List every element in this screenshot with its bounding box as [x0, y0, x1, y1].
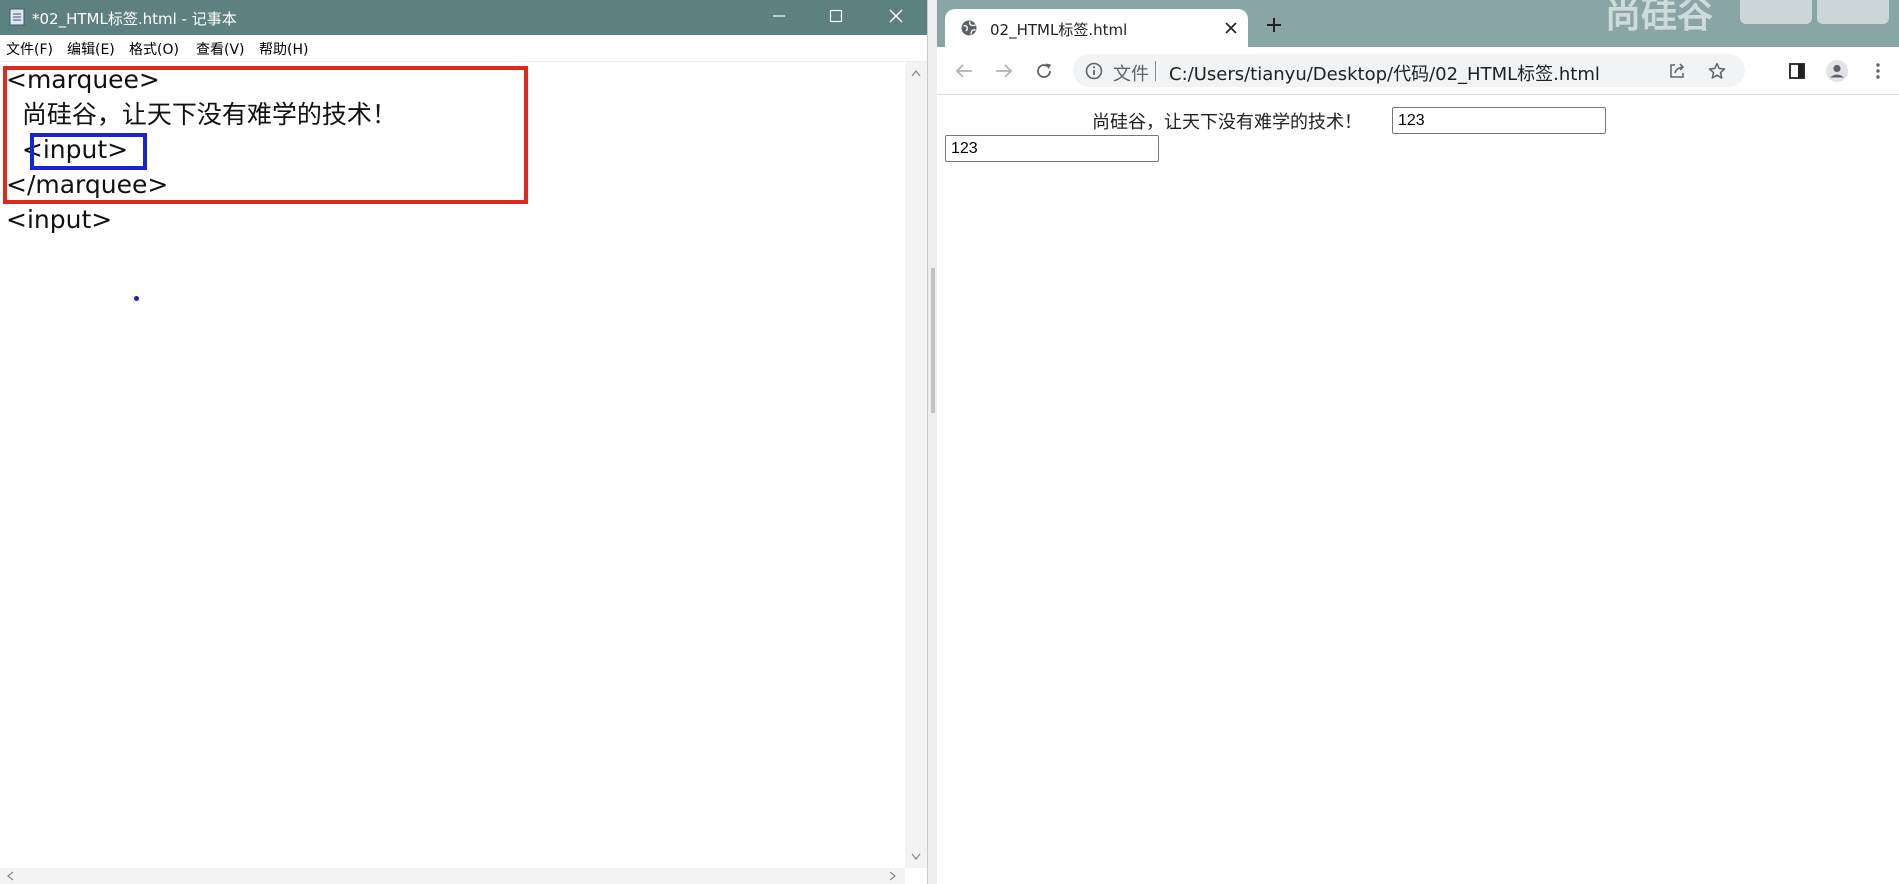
close-icon [889, 8, 903, 27]
profile-avatar-icon[interactable] [1823, 57, 1851, 85]
notepad-title: *02_HTML标签.html - 记事本 [32, 10, 237, 28]
menu-view[interactable]: 查看(V) [196, 39, 245, 59]
menu-file[interactable]: 文件(F) [6, 39, 53, 59]
code-line-outer-input: <input> [6, 205, 113, 234]
watermark-text: 尚硅谷 [1605, 0, 1714, 36]
blue-highlight-box [30, 133, 147, 170]
reload-icon[interactable] [1030, 57, 1058, 85]
share-icon[interactable] [1665, 59, 1689, 83]
browser-tab[interactable]: 02_HTML标签.html [945, 9, 1248, 47]
page-input[interactable] [945, 135, 1159, 162]
minimize-button[interactable] [751, 0, 807, 35]
marquee-text: 尚硅谷，让天下没有难学的技术！ [1092, 112, 1362, 133]
notepad-text-area[interactable]: <marquee> 尚硅谷，让天下没有难学的技术！ <input> </marq… [0, 62, 905, 868]
menu-format[interactable]: 格式(O) [129, 39, 179, 59]
divider-grip[interactable] [931, 268, 935, 413]
browser-window: 02_HTML标签.html 尚硅谷 文件 C:/Users/tianyu/De… [937, 0, 1899, 884]
scroll-down-icon[interactable] [909, 850, 923, 864]
minimize-icon [772, 8, 786, 27]
maximize-icon [829, 8, 843, 27]
star-icon[interactable] [1705, 59, 1729, 83]
forward-arrow-icon[interactable] [990, 57, 1018, 85]
scroll-left-icon[interactable] [3, 869, 17, 883]
menu-help[interactable]: 帮助(H) [259, 39, 308, 59]
address-separator [1155, 61, 1156, 81]
marquee-input[interactable] [1392, 107, 1606, 134]
page-content: 尚硅谷，让天下没有难学的技术！ [937, 95, 1899, 884]
vertical-scrollbar[interactable] [905, 62, 927, 868]
cursor-dot [134, 296, 139, 301]
close-button[interactable] [868, 0, 924, 35]
menu-edit[interactable]: 编辑(E) [67, 39, 115, 59]
watermark-logo-2 [1817, 0, 1889, 24]
url-text[interactable]: C:/Users/tianyu/Desktop/代码/02_HTML标签.htm… [1169, 60, 1600, 86]
back-arrow-icon[interactable] [950, 57, 978, 85]
tab-close-icon[interactable] [1221, 18, 1241, 38]
scroll-up-icon[interactable] [909, 66, 923, 80]
new-tab-plus-icon[interactable] [1263, 14, 1285, 36]
side-panel-icon[interactable] [1783, 57, 1811, 85]
horizontal-scrollbar[interactable] [0, 868, 905, 884]
notepad-titlebar[interactable]: *02_HTML标签.html - 记事本 [0, 0, 927, 35]
maximize-button[interactable] [808, 0, 864, 35]
notepad-menubar: 文件(F) 编辑(E) 格式(O) 查看(V) 帮助(H) [0, 35, 927, 62]
watermark-logo [1740, 0, 1812, 24]
browser-toolbar: 文件 C:/Users/tianyu/Desktop/代码/02_HTML标签.… [937, 47, 1899, 95]
address-bar[interactable]: 文件 C:/Users/tianyu/Desktop/代码/02_HTML标签.… [1073, 54, 1745, 87]
globe-icon [960, 19, 978, 37]
notepad-app-icon [9, 8, 25, 26]
info-icon[interactable] [1085, 62, 1103, 80]
file-scheme-label: 文件 [1113, 64, 1149, 85]
scroll-right-icon[interactable] [886, 869, 900, 883]
notepad-window: *02_HTML标签.html - 记事本 文件(F) 编辑(E) 格式(O) … [0, 0, 927, 884]
browser-tabstrip: 02_HTML标签.html 尚硅谷 [937, 0, 1899, 47]
more-menu-icon[interactable] [1864, 57, 1892, 85]
tab-title: 02_HTML标签.html [990, 21, 1128, 39]
